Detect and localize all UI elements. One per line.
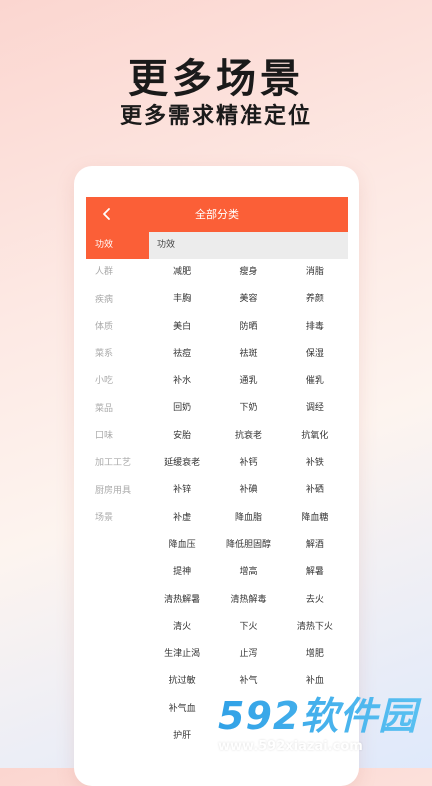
tag-item[interactable]: 养颜 (282, 286, 348, 313)
tag-item[interactable]: 补硒 (282, 477, 348, 504)
tag-item[interactable]: 消脂 (282, 259, 348, 286)
tag-item[interactable]: 安胎 (149, 423, 215, 450)
tag-item[interactable]: 下奶 (215, 395, 281, 422)
sidebar-item[interactable]: 菜系 (86, 341, 149, 368)
tag-item[interactable]: 祛痘 (149, 341, 215, 368)
tag-item[interactable]: 补钙 (215, 450, 281, 477)
sidebar-item[interactable]: 功效 (86, 232, 149, 260)
sidebar-item[interactable]: 菜品 (86, 396, 149, 423)
tag-item[interactable]: 保湿 (282, 341, 348, 368)
tag-item[interactable]: 清热解毒 (215, 587, 281, 614)
sidebar-item[interactable]: 人群 (86, 259, 149, 286)
watermark: 592软件园 www.592xiazai.com (212, 694, 432, 768)
tag-item[interactable]: 瘦身 (215, 259, 281, 286)
tag-item[interactable]: 止泻 (215, 641, 281, 668)
tag-item[interactable]: 清热下火 (282, 614, 348, 641)
tag-item[interactable]: 延缓衰老 (149, 450, 215, 477)
sidebar-item[interactable]: 场景 (86, 505, 149, 532)
tag-item[interactable]: 补气血 (149, 696, 215, 723)
tag-item[interactable]: 解酒 (282, 532, 348, 559)
tag-item[interactable]: 去火 (282, 587, 348, 614)
tag-item[interactable]: 降血糖 (282, 505, 348, 532)
sidebar-item[interactable]: 厨房用具 (86, 478, 149, 505)
tag-item[interactable]: 补气 (215, 668, 281, 695)
tag-item[interactable]: 补碘 (215, 477, 281, 504)
tag-item[interactable]: 丰胸 (149, 286, 215, 313)
category-sidebar: 功效 人群 疾病 体质 菜系 小吃 菜品 口味 加工工艺 厨房用具 场景 (86, 232, 149, 532)
tag-item[interactable]: 降血脂 (215, 505, 281, 532)
tag-item[interactable]: 补铁 (282, 450, 348, 477)
tag-item[interactable]: 防晒 (215, 314, 281, 341)
tag-item[interactable]: 降血压 (149, 532, 215, 559)
tag-item[interactable]: 减肥 (149, 259, 215, 286)
tag-item[interactable]: 调经 (282, 395, 348, 422)
tag-item[interactable]: 解暑 (282, 559, 348, 586)
sidebar-item[interactable]: 小吃 (86, 368, 149, 395)
tag-item[interactable]: 抗过敏 (149, 668, 215, 695)
content-header: 功效 (149, 232, 348, 259)
tag-item[interactable]: 降低胆固醇 (215, 532, 281, 559)
tag-item[interactable]: 增肥 (282, 641, 348, 668)
sidebar-item[interactable]: 体质 (86, 314, 149, 341)
tag-item[interactable]: 美容 (215, 286, 281, 313)
phone-mockup: 全部分类 功效 人群 疾病 体质 菜系 小吃 菜品 口味 加工工艺 厨房用具 场景 功效 减肥 瘦身消… (74, 166, 359, 786)
tag-item[interactable]: 抗氧化 (282, 423, 348, 450)
tag-item[interactable]: 抗衰老 (215, 423, 281, 450)
sidebar-item[interactable]: 口味 (86, 423, 149, 450)
tag-item[interactable]: 美白 (149, 314, 215, 341)
app-bar: 全部分类 (86, 197, 348, 232)
sidebar-item[interactable]: 加工工艺 (86, 450, 149, 477)
tag-item[interactable]: 增高 (215, 559, 281, 586)
tag-item[interactable]: 祛斑 (215, 341, 281, 368)
page-title: 全部分类 (195, 208, 239, 221)
tag-item[interactable]: 补血 (282, 668, 348, 695)
tag-item[interactable]: 清热解暑 (149, 587, 215, 614)
sidebar-item[interactable]: 疾病 (86, 287, 149, 314)
tag-item[interactable]: 清火 (149, 614, 215, 641)
tag-item[interactable]: 补水 (149, 368, 215, 395)
tag-item[interactable]: 提神 (149, 559, 215, 586)
tag-item[interactable]: 排毒 (282, 314, 348, 341)
tag-grid: 减肥 瘦身 消脂丰胸 美容 养颜美白 防晒 排毒祛痘 祛斑 保湿补水 通乳 催乳回奶 下奶 调经安胎 抗衰… (149, 259, 348, 750)
tag-item[interactable]: 补锌 (149, 477, 215, 504)
promo-title: 更多场景 (128, 56, 304, 102)
tag-item[interactable]: 回奶 (149, 395, 215, 422)
promo-subtitle: 更多需求精准定位 (119, 104, 312, 129)
watermark-url: www.592xiazai.com (218, 739, 363, 754)
tag-item[interactable]: 护肝 (149, 723, 215, 750)
tag-item[interactable]: 补虚 (149, 505, 215, 532)
chevron-left-icon[interactable] (96, 203, 118, 225)
tag-item[interactable]: 催乳 (282, 368, 348, 395)
watermark-logo: 592软件园 (212, 694, 432, 738)
tag-item[interactable]: 生津止渴 (149, 641, 215, 668)
tag-item[interactable]: 下火 (215, 614, 281, 641)
tag-item[interactable]: 通乳 (215, 368, 281, 395)
